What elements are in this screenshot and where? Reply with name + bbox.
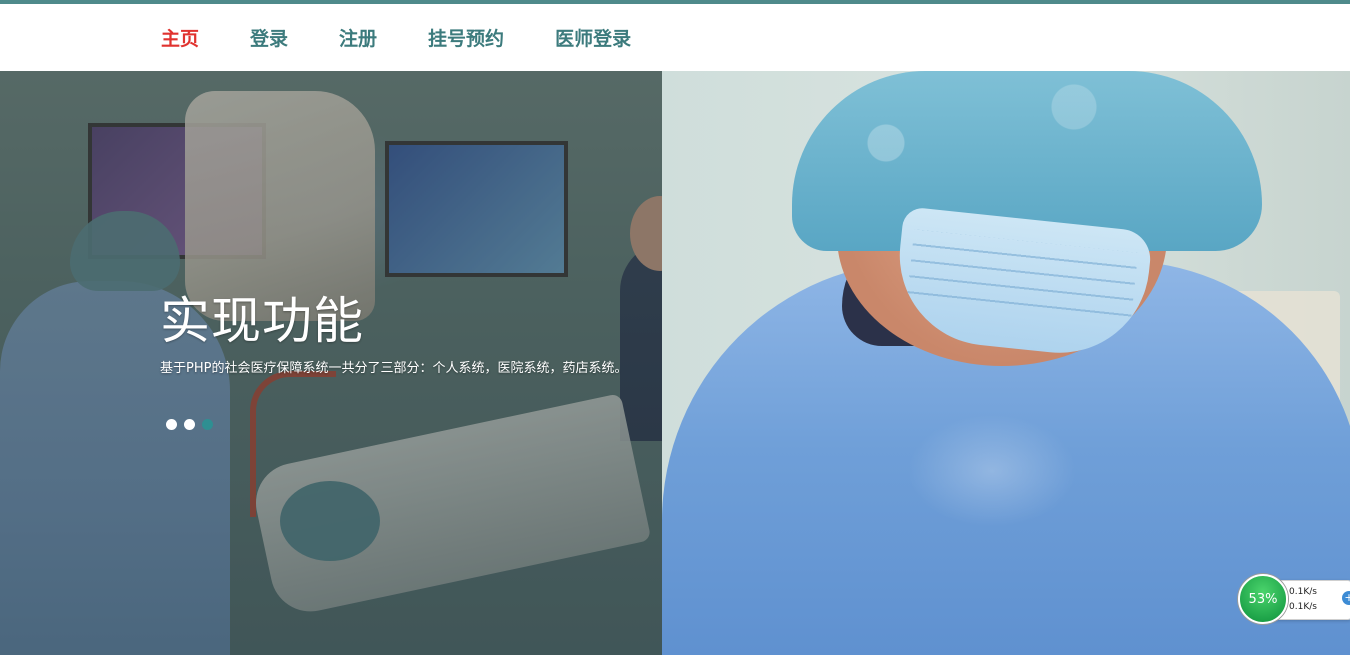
carousel-dot-1[interactable] — [166, 419, 177, 430]
network-speed-widget[interactable]: ↑ 0.1K/s ↓ 0.1K/s 53% + — [1238, 574, 1350, 624]
expand-plus-icon[interactable]: + — [1342, 591, 1350, 605]
memory-usage-gauge[interactable]: 53% — [1238, 574, 1288, 624]
carousel-dot-2[interactable] — [184, 419, 195, 430]
upload-speed: 0.1K/s — [1289, 587, 1317, 597]
hero-title: 实现功能 — [160, 292, 364, 350]
main-nav: 主页 登录 注册 挂号预约 医师登录 — [161, 4, 682, 71]
top-navbar: 主页 登录 注册 挂号预约 医师登录 — [0, 0, 1350, 71]
hero-surgeon-photo — [662, 71, 1350, 655]
nav-item-login[interactable]: 登录 — [250, 24, 288, 51]
hero-description: 基于PHP的社会医疗保障系统一共分了三部分：个人系统，医院系统，药店系统。 — [160, 361, 628, 376]
nav-item-doctor-login[interactable]: 医师登录 — [555, 24, 631, 51]
nav-item-appointment[interactable]: 挂号预约 — [428, 24, 504, 51]
carousel-dot-3[interactable] — [202, 419, 213, 430]
download-speed: 0.1K/s — [1289, 602, 1317, 612]
hero-carousel: 实现功能 基于PHP的社会医疗保障系统一共分了三部分：个人系统，医院系统，药店系… — [0, 71, 1350, 655]
nav-item-register[interactable]: 注册 — [339, 24, 377, 51]
nav-item-home[interactable]: 主页 — [161, 24, 199, 51]
carousel-indicators — [166, 419, 213, 430]
